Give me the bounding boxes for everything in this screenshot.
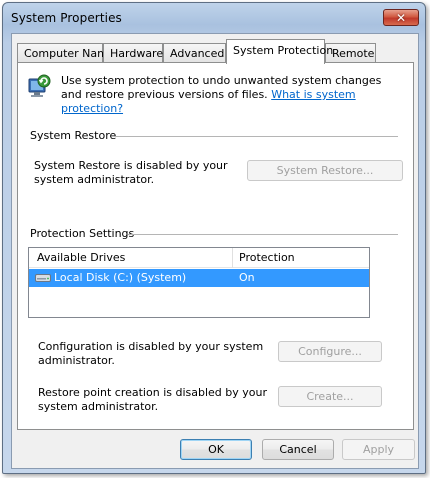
drive-protection: On xyxy=(239,271,255,284)
system-restore-message: System Restore is disabled by your syste… xyxy=(34,159,228,186)
system-properties-window: System Properties ✕ Computer Name Hardwa… xyxy=(2,2,426,474)
drives-list-header: Available Drives Protection xyxy=(29,248,369,268)
create-button[interactable]: Create... xyxy=(278,386,382,407)
system-protection-panel: Use system protection to undo unwanted s… xyxy=(17,62,414,430)
system-restore-divider xyxy=(114,136,398,137)
close-icon: ✕ xyxy=(395,10,407,25)
window-title: System Properties xyxy=(11,11,122,25)
configure-message: Configuration is disabled by your system… xyxy=(38,340,264,367)
column-available-drives[interactable]: Available Drives xyxy=(37,251,125,264)
drive-row[interactable]: Local Disk (C:) (System) On xyxy=(29,269,369,287)
drives-list[interactable]: Available Drives Protection Local Disk (… xyxy=(28,247,370,318)
tab-system-protection[interactable]: System Protection xyxy=(226,39,333,64)
tab-advanced[interactable]: Advanced xyxy=(163,43,226,63)
column-divider xyxy=(232,248,233,268)
dialog-body: Computer Name Hardware Advanced System P… xyxy=(11,33,419,469)
tab-computer-name[interactable]: Computer Name xyxy=(17,43,115,63)
system-protection-icon xyxy=(28,74,51,97)
protection-settings-divider xyxy=(128,234,398,235)
system-restore-heading: System Restore xyxy=(30,129,117,142)
create-message: Restore point creation is disabled by yo… xyxy=(38,386,267,413)
intro-description: Use system protection to undo unwanted s… xyxy=(61,74,401,116)
configure-button[interactable]: Configure... xyxy=(278,341,382,362)
system-restore-button[interactable]: System Restore... xyxy=(247,160,403,181)
hard-drive-icon xyxy=(35,274,51,282)
protection-settings-heading: Protection Settings xyxy=(30,227,135,240)
apply-button[interactable]: Apply xyxy=(342,439,415,460)
tab-hardware[interactable]: Hardware xyxy=(103,43,163,63)
column-protection[interactable]: Protection xyxy=(239,251,295,264)
drive-name: Local Disk (C:) (System) xyxy=(54,271,187,284)
cancel-button[interactable]: Cancel xyxy=(262,439,334,460)
close-button[interactable]: ✕ xyxy=(383,9,419,26)
ok-button[interactable]: OK xyxy=(180,439,252,460)
